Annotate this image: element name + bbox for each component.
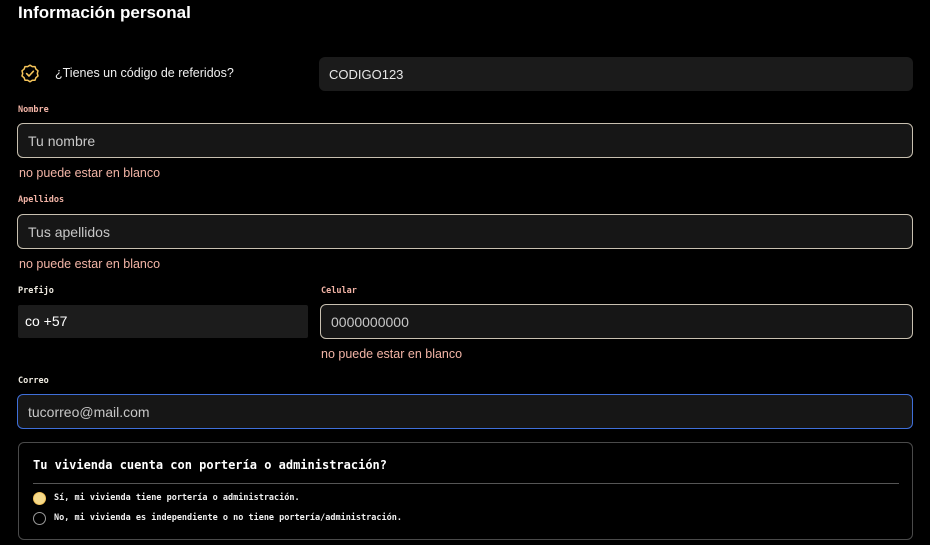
page-title: Información personal xyxy=(18,3,191,22)
celular-input[interactable] xyxy=(320,304,913,339)
divider xyxy=(33,483,899,484)
radio-unchecked-icon[interactable] xyxy=(33,511,46,525)
referral-label: ¿Tienes un código de referidos? xyxy=(55,66,234,80)
nombre-label: Nombre xyxy=(18,105,49,115)
celular-label: Celular xyxy=(321,286,357,296)
nombre-error: no puede estar en blanco xyxy=(19,166,161,180)
apellidos-error: no puede estar en blanco xyxy=(19,257,161,271)
radio-option-no[interactable]: No, mi vivienda es independiente o no ti… xyxy=(33,510,402,526)
correo-label: Correo xyxy=(18,376,49,386)
vivienda-question: Tu vivienda cuenta con portería o admini… xyxy=(33,458,388,472)
celular-error: no puede estar en blanco xyxy=(321,347,463,361)
radio-checked-icon[interactable] xyxy=(33,491,46,505)
radio-option-si[interactable]: Sí, mi vivienda tiene portería o adminis… xyxy=(33,490,300,506)
nombre-input[interactable] xyxy=(17,123,913,158)
radio-option-label: No, mi vivienda es independiente o no ti… xyxy=(54,513,402,523)
prefijo-select[interactable]: co +57 xyxy=(18,305,308,338)
referral-code-input[interactable] xyxy=(319,57,913,91)
apellidos-label: Apellidos xyxy=(18,195,65,205)
check-badge-icon[interactable] xyxy=(20,64,40,84)
correo-input[interactable] xyxy=(17,394,913,429)
prefijo-label: Prefijo xyxy=(18,286,54,296)
radio-option-label: Sí, mi vivienda tiene portería o adminis… xyxy=(54,493,300,503)
apellidos-input[interactable] xyxy=(17,214,913,249)
vivienda-question-box: Tu vivienda cuenta con portería o admini… xyxy=(18,442,913,540)
personal-info-form: Información personal ¿Tienes un código d… xyxy=(0,0,930,545)
referral-row: ¿Tienes un código de referidos? xyxy=(18,57,913,91)
